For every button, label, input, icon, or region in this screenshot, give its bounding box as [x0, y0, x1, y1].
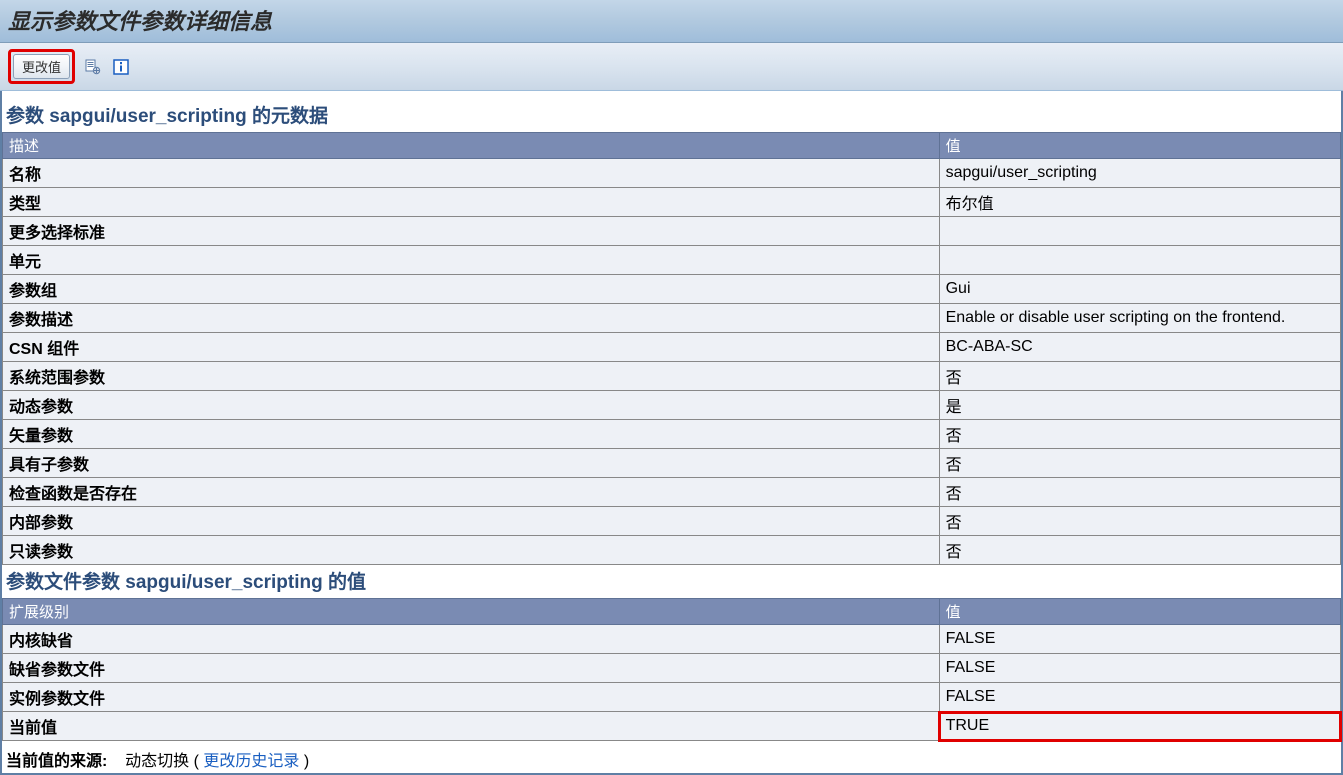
- table-row: 参数描述Enable or disable user scripting on …: [3, 304, 1341, 333]
- row-label: 单元: [3, 246, 940, 275]
- row-value: 否: [939, 449, 1340, 478]
- table-row: 类型布尔值: [3, 188, 1341, 217]
- row-label: 系统范围参数: [3, 362, 940, 391]
- display-technical-icon[interactable]: [83, 57, 103, 77]
- row-value: 否: [939, 507, 1340, 536]
- table-row: 参数组Gui: [3, 275, 1341, 304]
- row-value: Gui: [939, 275, 1340, 304]
- metadata-table: 描述 值 名称sapgui/user_scripting类型布尔值更多选择标准单…: [2, 132, 1341, 565]
- values-header-value: 值: [939, 599, 1340, 625]
- row-value: TRUE: [939, 712, 1340, 741]
- table-row: 内部参数否: [3, 507, 1341, 536]
- table-row: CSN 组件BC-ABA-SC: [3, 333, 1341, 362]
- values-table: 扩展级别 值 内核缺省FALSE缺省参数文件FALSE实例参数文件FALSE当前…: [2, 598, 1341, 741]
- row-label: 具有子参数: [3, 449, 940, 478]
- row-value: 否: [939, 420, 1340, 449]
- table-row: 实例参数文件FALSE: [3, 683, 1341, 712]
- table-row: 更多选择标准: [3, 217, 1341, 246]
- row-label: CSN 组件: [3, 333, 940, 362]
- table-row: 系统范围参数否: [3, 362, 1341, 391]
- row-label: 检查函数是否存在: [3, 478, 940, 507]
- metadata-section-title: 参数 sapgui/user_scripting 的元数据: [2, 99, 1341, 132]
- row-label: 类型: [3, 188, 940, 217]
- title-text: 显示参数文件参数详细信息: [8, 9, 272, 34]
- change-history-link[interactable]: 更改历史记录: [203, 753, 299, 770]
- row-value: BC-ABA-SC: [939, 333, 1340, 362]
- change-value-button[interactable]: 更改值: [13, 54, 70, 79]
- row-value: [939, 246, 1340, 275]
- row-value: [939, 217, 1340, 246]
- row-value: 否: [939, 536, 1340, 565]
- table-row: 单元: [3, 246, 1341, 275]
- row-value: Enable or disable user scripting on the …: [939, 304, 1340, 333]
- values-section-title: 参数文件参数 sapgui/user_scripting 的值: [2, 565, 1341, 598]
- row-label: 内核缺省: [3, 625, 940, 654]
- table-row: 检查函数是否存在否: [3, 478, 1341, 507]
- row-label: 缺省参数文件: [3, 654, 940, 683]
- table-row: 只读参数否: [3, 536, 1341, 565]
- row-label: 名称: [3, 159, 940, 188]
- footer-label: 当前值的来源:: [6, 753, 107, 770]
- row-value: sapgui/user_scripting: [939, 159, 1340, 188]
- table-row: 缺省参数文件FALSE: [3, 654, 1341, 683]
- row-value: 是: [939, 391, 1340, 420]
- footer-text-after: ): [299, 753, 309, 770]
- window-title: 显示参数文件参数详细信息: [0, 0, 1343, 43]
- row-value: 否: [939, 478, 1340, 507]
- row-label: 动态参数: [3, 391, 940, 420]
- metadata-header-desc: 描述: [3, 133, 940, 159]
- row-value: FALSE: [939, 683, 1340, 712]
- row-label: 矢量参数: [3, 420, 940, 449]
- row-label: 内部参数: [3, 507, 940, 536]
- source-footer: 当前值的来源: 动态切换 ( 更改历史记录 ): [2, 741, 1341, 773]
- row-label: 参数描述: [3, 304, 940, 333]
- table-row: 具有子参数否: [3, 449, 1341, 478]
- row-label: 只读参数: [3, 536, 940, 565]
- table-row: 矢量参数否: [3, 420, 1341, 449]
- row-label: 参数组: [3, 275, 940, 304]
- highlight-change-value: 更改值: [8, 49, 75, 84]
- table-row: 当前值TRUE: [3, 712, 1341, 741]
- row-label: 实例参数文件: [3, 683, 940, 712]
- row-value: 布尔值: [939, 188, 1340, 217]
- table-row: 名称sapgui/user_scripting: [3, 159, 1341, 188]
- row-label: 更多选择标准: [3, 217, 940, 246]
- values-header-desc: 扩展级别: [3, 599, 940, 625]
- metadata-header-value: 值: [939, 133, 1340, 159]
- content-area: 参数 sapgui/user_scripting 的元数据 描述 值 名称sap…: [0, 91, 1343, 775]
- row-value: 否: [939, 362, 1340, 391]
- footer-text-before: 动态切换 (: [125, 753, 203, 770]
- change-value-label: 更改值: [22, 57, 61, 76]
- table-row: 内核缺省FALSE: [3, 625, 1341, 654]
- table-row: 动态参数是: [3, 391, 1341, 420]
- row-value: FALSE: [939, 654, 1340, 683]
- row-label: 当前值: [3, 712, 940, 741]
- row-value: FALSE: [939, 625, 1340, 654]
- toolbar: 更改值: [0, 43, 1343, 91]
- info-icon[interactable]: [111, 57, 131, 77]
